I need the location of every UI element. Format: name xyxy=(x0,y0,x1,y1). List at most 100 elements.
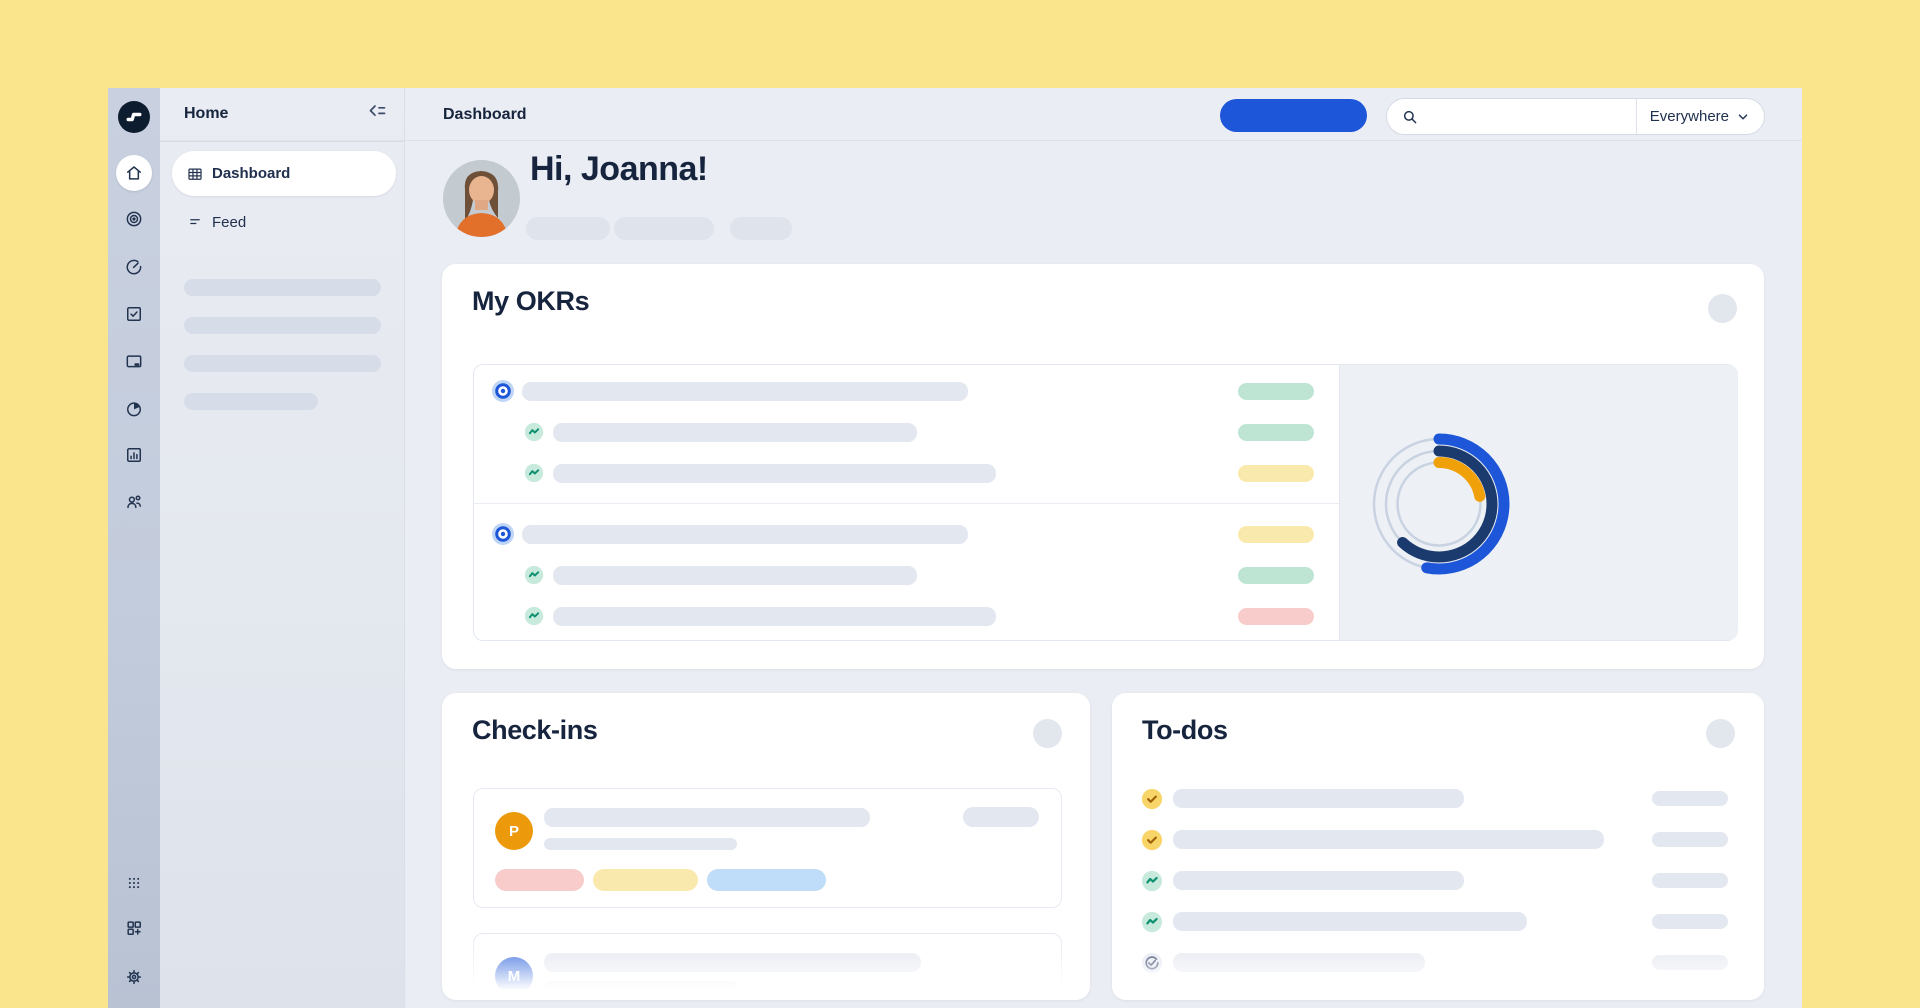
feed-lines-icon xyxy=(186,213,204,231)
tag-pill-blue xyxy=(707,869,826,891)
skeleton-bar xyxy=(1173,953,1425,972)
rail-item-performance[interactable] xyxy=(124,257,144,277)
icon-rail xyxy=(108,88,160,1008)
status-pill-yellow xyxy=(1238,526,1314,543)
divider xyxy=(160,141,404,142)
dots-grid-icon xyxy=(124,873,144,893)
rail-item-goals[interactable] xyxy=(124,209,144,229)
status-pill-green xyxy=(1238,567,1314,584)
sidebar: Home Dashboard Feed xyxy=(160,88,405,1008)
key-result-icon xyxy=(524,422,544,442)
sidebar-item-feed[interactable]: Feed xyxy=(172,200,396,244)
avatar-badge: M xyxy=(495,957,533,995)
check-ins-title: Check-ins xyxy=(472,715,597,746)
card-menu-skeleton xyxy=(1706,719,1735,748)
okr-list-panel xyxy=(473,364,1737,641)
skeleton-pill xyxy=(730,217,792,240)
skeleton-bar xyxy=(553,607,996,626)
app-logo[interactable] xyxy=(118,101,150,133)
sidebar-item-dashboard[interactable]: Dashboard xyxy=(172,151,396,196)
chevron-down-icon xyxy=(1736,110,1750,124)
todo-check-icon xyxy=(1141,829,1163,851)
card-menu-skeleton xyxy=(1708,294,1737,323)
skeleton-pill xyxy=(614,217,714,240)
card-menu-skeleton xyxy=(1033,719,1062,748)
search-scope-label: Everywhere xyxy=(1650,108,1729,125)
skeleton-bar xyxy=(544,838,737,850)
screen: Home Dashboard Feed Dashboard xyxy=(0,0,1920,1008)
skeleton-pill xyxy=(1652,914,1728,929)
rail-item-people[interactable] xyxy=(124,492,144,512)
status-pill-green xyxy=(1238,383,1314,400)
status-pill-green xyxy=(1238,424,1314,441)
rail-item-home[interactable] xyxy=(116,155,152,191)
skeleton-bar xyxy=(553,566,917,585)
skeleton-pill xyxy=(1652,955,1728,970)
search-bar[interactable]: Everywhere xyxy=(1386,98,1765,135)
skeleton-pill xyxy=(1652,791,1728,806)
search-scope-dropdown[interactable]: Everywhere xyxy=(1636,99,1764,134)
avatar-badge: P xyxy=(495,812,533,850)
top-bar: Dashboard Everywhere xyxy=(160,88,1802,141)
objective-icon xyxy=(491,522,515,546)
skeleton-bar xyxy=(544,981,737,993)
avatar-portrait xyxy=(443,160,520,237)
skeleton-bar xyxy=(553,423,917,442)
key-result-icon xyxy=(1141,911,1163,933)
skeleton-bar xyxy=(553,464,996,483)
rail-item-analytics[interactable] xyxy=(124,445,144,465)
rail-item-tasks[interactable] xyxy=(124,304,144,324)
table-grid-icon xyxy=(186,165,204,183)
todo-check-icon xyxy=(1141,788,1163,810)
skeleton-bar xyxy=(1173,871,1464,890)
whiteboard-icon xyxy=(124,352,144,372)
skeleton-bar xyxy=(522,382,968,401)
closed-check-icon xyxy=(1141,952,1163,974)
divider xyxy=(474,503,1339,504)
skeleton-bar xyxy=(544,953,921,972)
skeleton-bar xyxy=(184,355,381,372)
to-dos-title: To-dos xyxy=(1142,715,1228,746)
key-result-icon xyxy=(1141,870,1163,892)
status-pill-red xyxy=(1238,608,1314,625)
page-title: Dashboard xyxy=(443,106,527,124)
search-icon xyxy=(1401,108,1419,126)
skeleton-bar xyxy=(1173,830,1604,849)
rail-item-meetings[interactable] xyxy=(124,352,144,372)
users-icon xyxy=(124,492,144,512)
my-okrs-card: My OKRs xyxy=(442,264,1764,669)
rail-item-launcher[interactable] xyxy=(124,873,144,893)
gauge-icon xyxy=(124,257,144,277)
bar-chart-icon xyxy=(124,445,144,465)
apps-add-icon xyxy=(124,918,144,938)
tag-pill-red xyxy=(495,869,584,891)
tag-pill-yellow xyxy=(593,869,698,891)
user-avatar xyxy=(443,160,520,237)
search-input[interactable] xyxy=(1427,105,1628,129)
skeleton-bar xyxy=(184,393,318,410)
check-in-entry[interactable]: P xyxy=(473,788,1062,908)
skeleton-bar xyxy=(184,279,381,296)
skeleton-bar xyxy=(522,525,968,544)
status-pill-yellow xyxy=(1238,465,1314,482)
skeleton-pill xyxy=(1652,873,1728,888)
pie-chart-icon xyxy=(124,399,144,419)
gear-icon xyxy=(124,967,144,987)
skeleton-bar xyxy=(184,317,381,334)
skeleton-bar xyxy=(1173,912,1527,931)
primary-action-button[interactable] xyxy=(1220,99,1367,132)
sidebar-item-label: Feed xyxy=(212,214,246,231)
my-okrs-title: My OKRs xyxy=(472,286,589,317)
skeleton-bar xyxy=(1173,789,1464,808)
objective-icon xyxy=(491,379,515,403)
check-in-entry[interactable]: M xyxy=(473,933,1062,1000)
app-window: Home Dashboard Feed Dashboard xyxy=(108,88,1802,1008)
greeting-title: Hi, Joanna! xyxy=(530,150,708,189)
key-result-icon xyxy=(524,463,544,483)
skeleton-pill xyxy=(963,807,1039,827)
rail-item-reports[interactable] xyxy=(124,399,144,419)
skeleton-pill xyxy=(526,217,610,240)
skeleton-bar xyxy=(544,808,870,827)
rail-item-integrations[interactable] xyxy=(124,918,144,938)
rail-item-settings[interactable] xyxy=(124,967,144,987)
